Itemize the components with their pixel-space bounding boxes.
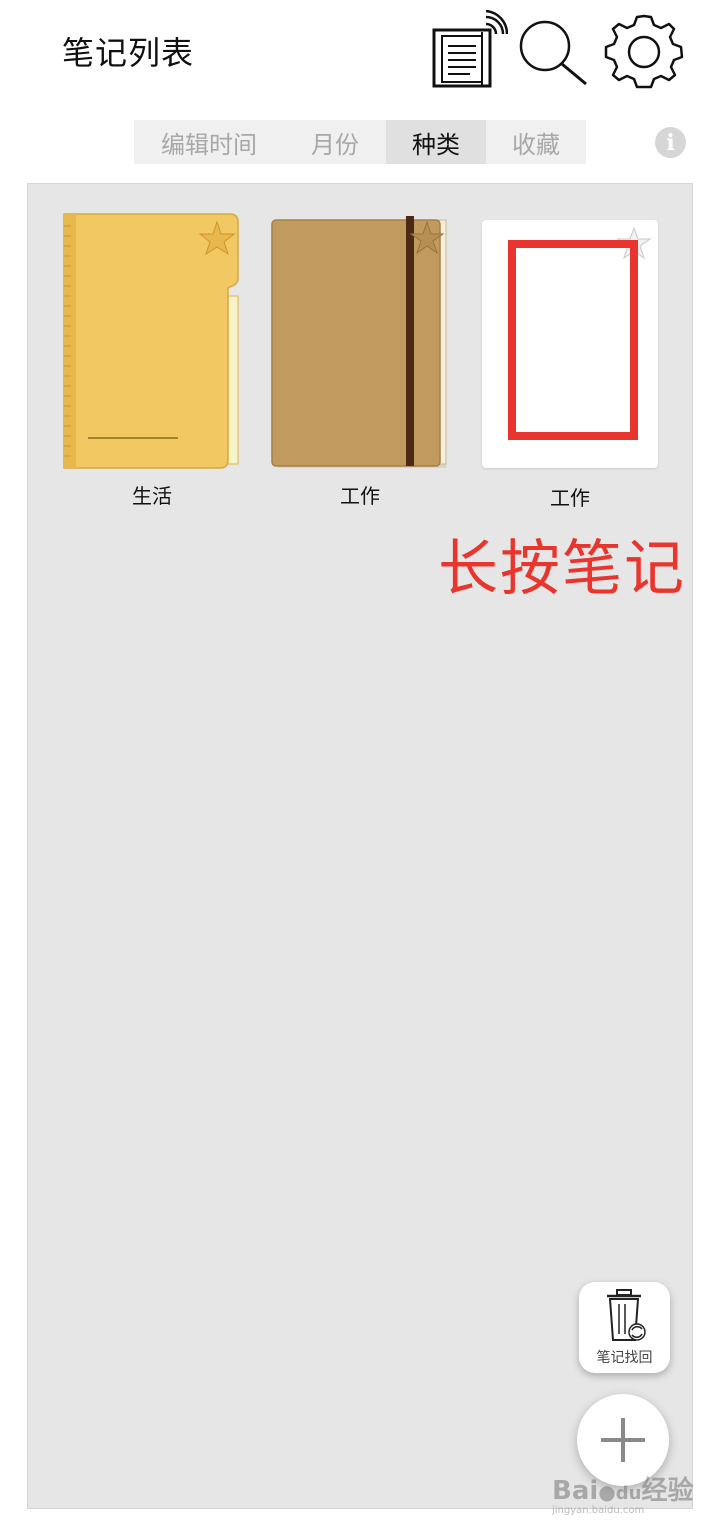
recover-notes-label: 笔记找回 <box>596 1350 653 1366</box>
note-label: 工作 <box>340 484 380 508</box>
watermark-brand: Bai <box>552 1476 599 1506</box>
search-icon[interactable] <box>516 18 590 88</box>
tab-edit-time[interactable]: 编辑时间 <box>134 120 284 164</box>
tab-category[interactable]: 种类 <box>386 120 486 164</box>
folder-cover-icon <box>63 213 239 469</box>
page-title: 笔记列表 <box>62 34 195 72</box>
tab-favorites[interactable]: 收藏 <box>486 120 586 164</box>
trash-restore-icon <box>607 1289 646 1341</box>
info-icon[interactable]: i <box>655 127 686 158</box>
note-label: 生活 <box>132 484 172 508</box>
watermark-suffix: 经验 <box>641 1476 694 1506</box>
annotation-text: 长按笔记 <box>438 534 686 604</box>
note-item-life[interactable] <box>62 212 242 470</box>
watermark-brand-2: du <box>615 1483 642 1504</box>
note-label: 工作 <box>550 486 590 510</box>
paw-icon: ● <box>598 1480 616 1504</box>
sort-tabs: 编辑时间 月份 种类 收藏 <box>134 120 586 164</box>
baidu-watermark: Bai●du经验 jingyan.baidu.com <box>552 1470 693 1516</box>
tab-month[interactable]: 月份 <box>284 120 386 164</box>
notebook-wifi-icon[interactable] <box>430 9 509 90</box>
highlight-box <box>508 240 638 440</box>
note-item-work-notebook[interactable] <box>270 214 450 472</box>
gear-icon[interactable] <box>602 12 686 92</box>
notebook-cover-icon <box>271 216 447 468</box>
note-item-work-blank[interactable] <box>482 220 658 468</box>
recover-notes-button[interactable]: 笔记找回 <box>579 1282 670 1373</box>
